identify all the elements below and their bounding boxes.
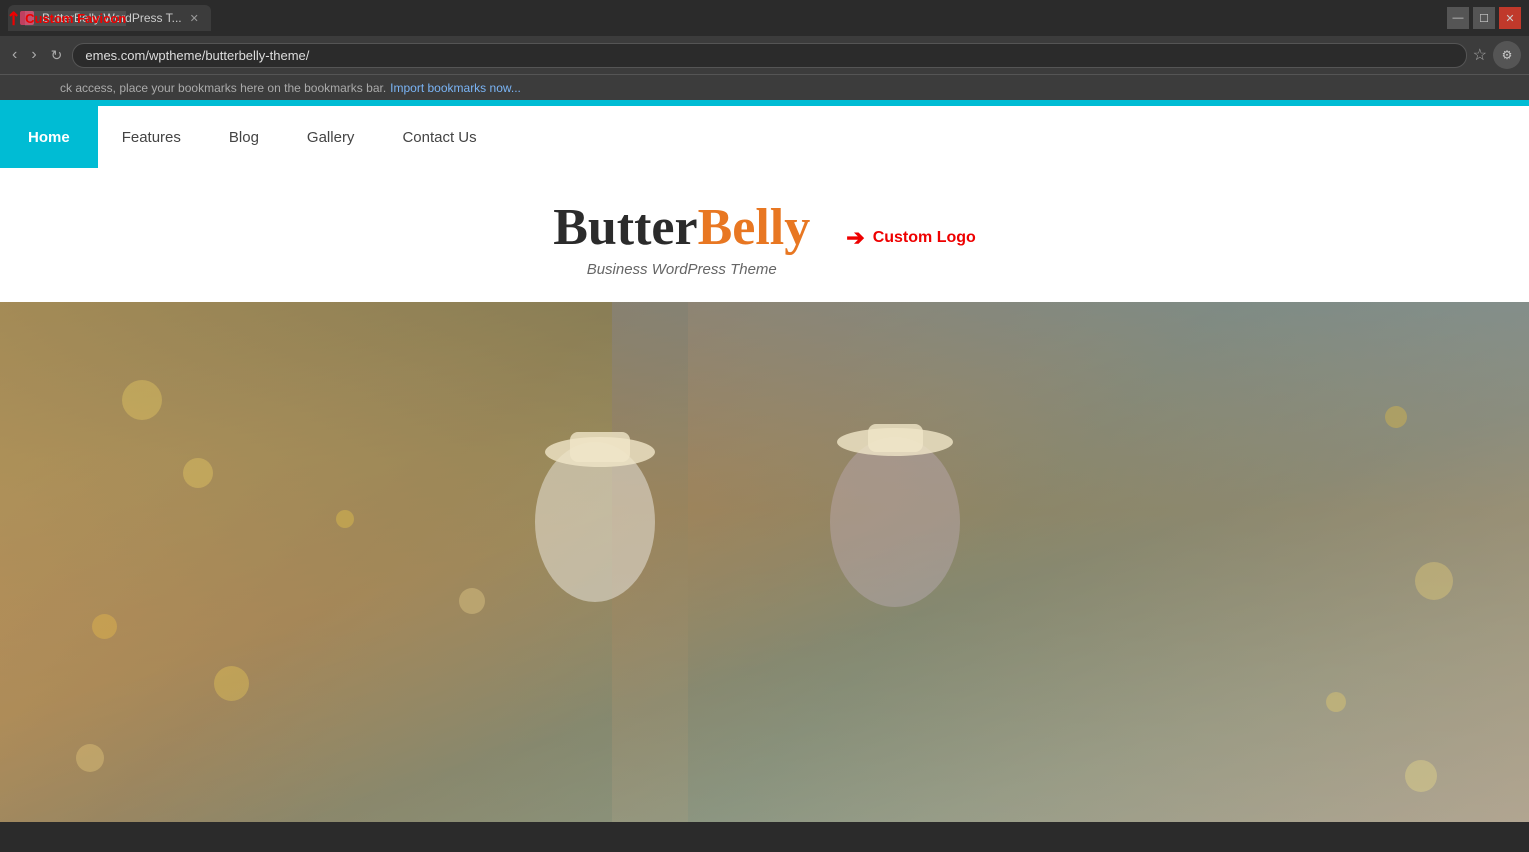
- bookmarks-bar: ck access, place your bookmarks here on …: [0, 74, 1529, 100]
- browser-chrome: ↗ Custom Favicon ButterBelly WordPress T…: [0, 0, 1529, 100]
- custom-favicon-label: Custom Favicon: [25, 11, 126, 26]
- address-bar-row: ‹ › ↻ ☆ ⚙: [0, 36, 1529, 74]
- hero-logo-area: Butter Belly Business WordPress Theme ➔ …: [0, 168, 1529, 302]
- address-input[interactable]: [72, 43, 1466, 68]
- close-button[interactable]: ✕: [1499, 7, 1521, 29]
- nav-item-home[interactable]: Home: [0, 106, 98, 168]
- favicon-arrow-icon: ↗: [1, 6, 27, 32]
- window-controls: — ☐ ✕: [1447, 7, 1521, 29]
- nav-links: Features Blog Gallery Contact Us: [98, 106, 501, 168]
- tab-close-button[interactable]: ✕: [190, 12, 199, 25]
- bookmark-star-button[interactable]: ☆: [1473, 45, 1487, 65]
- back-button[interactable]: ‹: [8, 44, 21, 66]
- website-content: Home Features Blog Gallery Contact Us Bu…: [0, 106, 1529, 822]
- reload-button[interactable]: ↻: [47, 45, 67, 66]
- custom-logo-label: Custom Logo: [873, 229, 976, 247]
- tab-bar: ↗ Custom Favicon ButterBelly WordPress T…: [0, 0, 1529, 36]
- extension-button[interactable]: ⚙: [1493, 41, 1521, 69]
- logo-annotation-arrow-icon: ➔: [846, 225, 864, 251]
- logo-butter: Butter: [553, 198, 697, 257]
- nav-item-features[interactable]: Features: [98, 106, 205, 168]
- couple-silhouette: [315, 322, 1215, 822]
- bookmarks-text: ck access, place your bookmarks here on …: [60, 81, 386, 95]
- logo-tagline: Business WordPress Theme: [553, 261, 810, 278]
- minimize-button[interactable]: —: [1447, 7, 1469, 29]
- site-logo: Butter Belly Business WordPress Theme: [553, 198, 810, 278]
- navigation-bar: Home Features Blog Gallery Contact Us: [0, 106, 1529, 168]
- nav-item-gallery[interactable]: Gallery: [283, 106, 379, 168]
- maximize-button[interactable]: ☐: [1473, 7, 1495, 29]
- forward-button[interactable]: ›: [27, 44, 40, 66]
- custom-logo-annotation: ➔ Custom Logo: [846, 225, 976, 251]
- import-bookmarks-link[interactable]: Import bookmarks now...: [390, 81, 521, 95]
- logo-container: Butter Belly Business WordPress Theme ➔ …: [553, 198, 976, 278]
- hero-image: [0, 302, 1529, 822]
- nav-item-contact[interactable]: Contact Us: [378, 106, 500, 168]
- favicon-annotation: ↗ Custom Favicon: [6, 8, 126, 29]
- nav-item-blog[interactable]: Blog: [205, 106, 283, 168]
- logo-belly: Belly: [698, 198, 811, 257]
